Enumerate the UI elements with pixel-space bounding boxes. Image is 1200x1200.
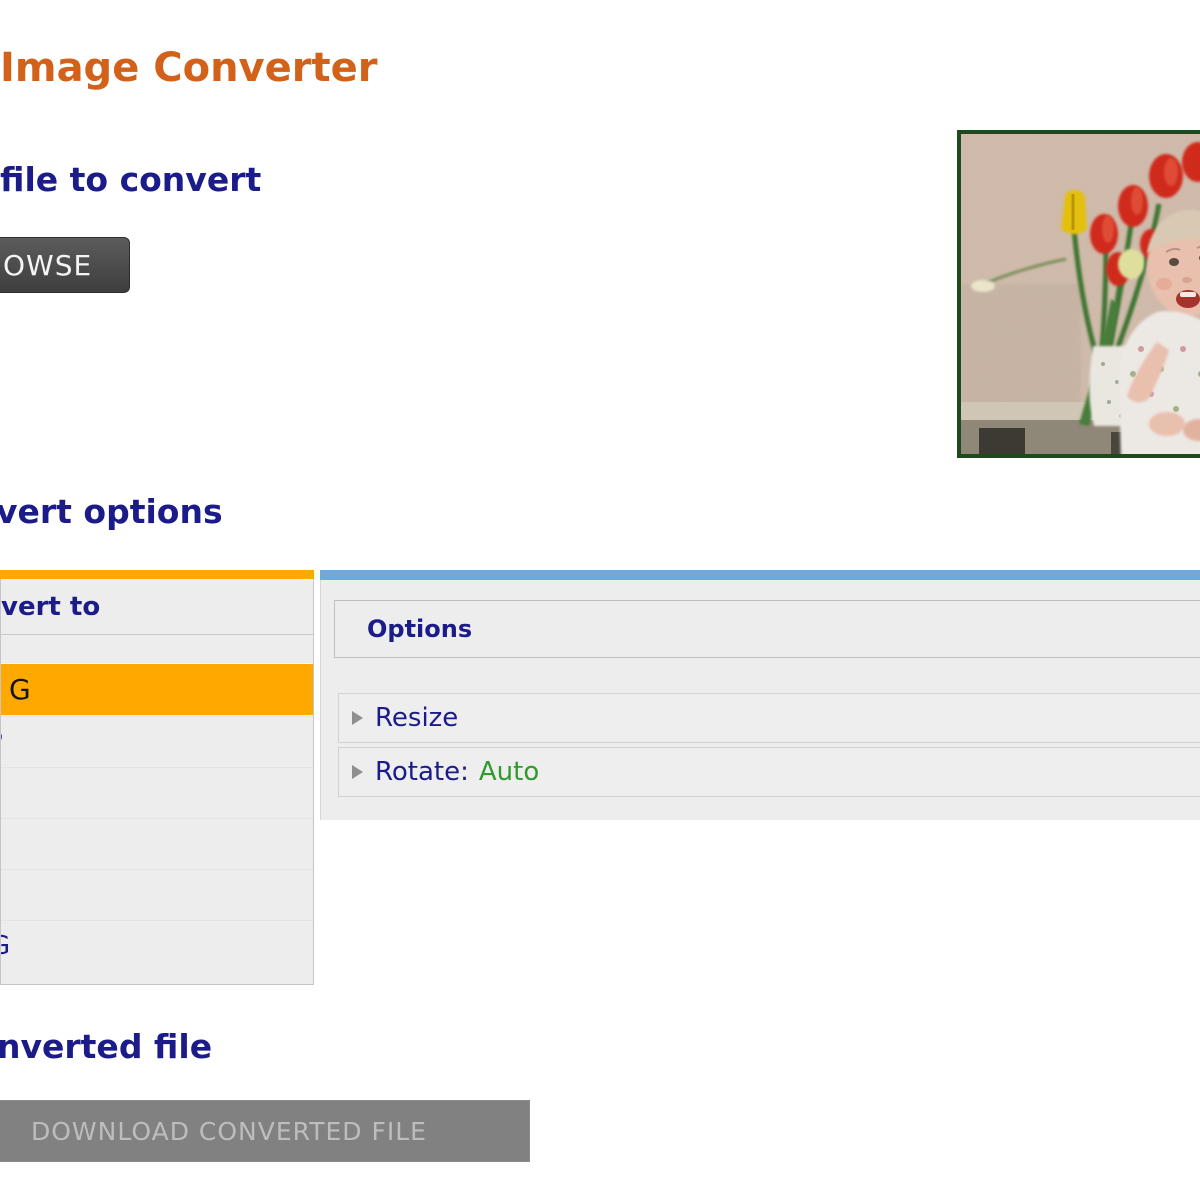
format-item-label: P [1,717,3,766]
format-item-label: G [9,664,31,715]
options-header: Options [334,600,1200,658]
expand-arrow-icon [352,765,363,779]
option-value: Auto [479,757,539,787]
rotate-option-row[interactable]: Rotate: Auto [338,747,1200,797]
preview-photo-illustration [961,134,1200,458]
format-item[interactable] [1,818,313,868]
convert-to-header: vert to [1,592,100,622]
divider [1,634,313,635]
convert-to-panel: vert to G P F G [0,570,314,985]
download-button-label: DOWNLOAD CONVERTED FILE [31,1117,427,1146]
expand-arrow-icon [352,711,363,725]
option-label: Rotate: [375,757,469,787]
orange-accent-bar [0,570,314,579]
format-item-label: G [1,921,10,970]
format-item[interactable]: F [1,767,313,817]
options-panel: Options Resize Rotate: Auto [320,570,1200,820]
page-title: Image Converter [0,45,377,91]
browse-button[interactable]: OWSE [0,237,130,293]
preview-image [957,130,1200,458]
format-item[interactable] [1,869,313,919]
convert-to-panel-body: vert to G P F G [0,579,314,985]
options-panel-body: Options Resize Rotate: Auto [320,580,1200,820]
resize-option-row[interactable]: Resize [338,693,1200,743]
format-item[interactable]: G [1,920,313,970]
option-label: Resize [375,703,458,733]
download-converted-file-button[interactable]: DOWNLOAD CONVERTED FILE [0,1100,530,1162]
blue-accent-bar [320,570,1200,580]
converted-file-heading: nverted file [0,1027,212,1066]
format-item[interactable]: P [1,716,313,766]
convert-options-heading: vert options [0,492,223,531]
browse-button-label: OWSE [3,249,92,282]
upload-section-heading: file to convert [0,160,261,199]
format-item-selected[interactable]: G [1,663,313,715]
